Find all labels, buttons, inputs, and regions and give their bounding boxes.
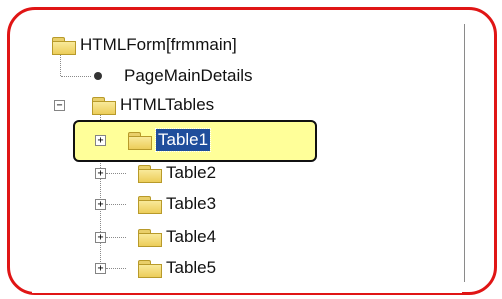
folder-open-icon bbox=[92, 96, 116, 115]
tree-node-htmltables[interactable]: HTMLTables bbox=[92, 93, 214, 117]
bullet-icon bbox=[94, 72, 102, 80]
tree-node-label: HTMLTables bbox=[120, 95, 215, 114]
tree-connector bbox=[106, 237, 126, 238]
tree-connector bbox=[106, 268, 126, 269]
folder-icon bbox=[52, 36, 76, 55]
folder-icon bbox=[138, 164, 162, 183]
collapse-toggle-htmltables[interactable]: − bbox=[54, 100, 65, 111]
tree-node-label: PageMainDetails bbox=[124, 66, 253, 85]
tree-node-root[interactable]: HTMLForm[frmmain] bbox=[52, 33, 237, 57]
tree-node-label: Table4 bbox=[166, 227, 217, 246]
folder-icon bbox=[138, 228, 162, 247]
tree-node-label: Table2 bbox=[166, 163, 217, 182]
tree-node-table1[interactable]: Table1 bbox=[128, 128, 212, 152]
expand-toggle-table4[interactable]: + bbox=[95, 232, 106, 243]
tree-node-table2[interactable]: Table2 bbox=[138, 161, 216, 185]
expand-toggle-table3[interactable]: + bbox=[95, 199, 106, 210]
tree-node-table4[interactable]: Table4 bbox=[138, 225, 216, 249]
tree-connector bbox=[61, 76, 91, 77]
pane-divider bbox=[464, 24, 465, 282]
tree-connector bbox=[106, 204, 126, 205]
folder-icon bbox=[138, 259, 162, 278]
tree-connector bbox=[106, 173, 126, 174]
tree-node-label: Table5 bbox=[166, 258, 217, 277]
tree-node-label: Table3 bbox=[166, 194, 217, 213]
tree-node-pagemaindetails[interactable]: PageMainDetails bbox=[94, 64, 253, 88]
tree-node-table3[interactable]: Table3 bbox=[138, 192, 216, 216]
folder-icon bbox=[128, 131, 152, 150]
tree-node-label: Table1 bbox=[154, 128, 212, 152]
tree-node-label: HTMLForm[frmmain] bbox=[80, 35, 237, 54]
tree-node-table5[interactable]: Table5 bbox=[138, 256, 216, 280]
expand-toggle-table5[interactable]: + bbox=[95, 263, 106, 274]
expand-toggle-table1[interactable]: + bbox=[95, 135, 106, 146]
expand-toggle-table2[interactable]: + bbox=[95, 168, 106, 179]
folder-icon bbox=[138, 195, 162, 214]
